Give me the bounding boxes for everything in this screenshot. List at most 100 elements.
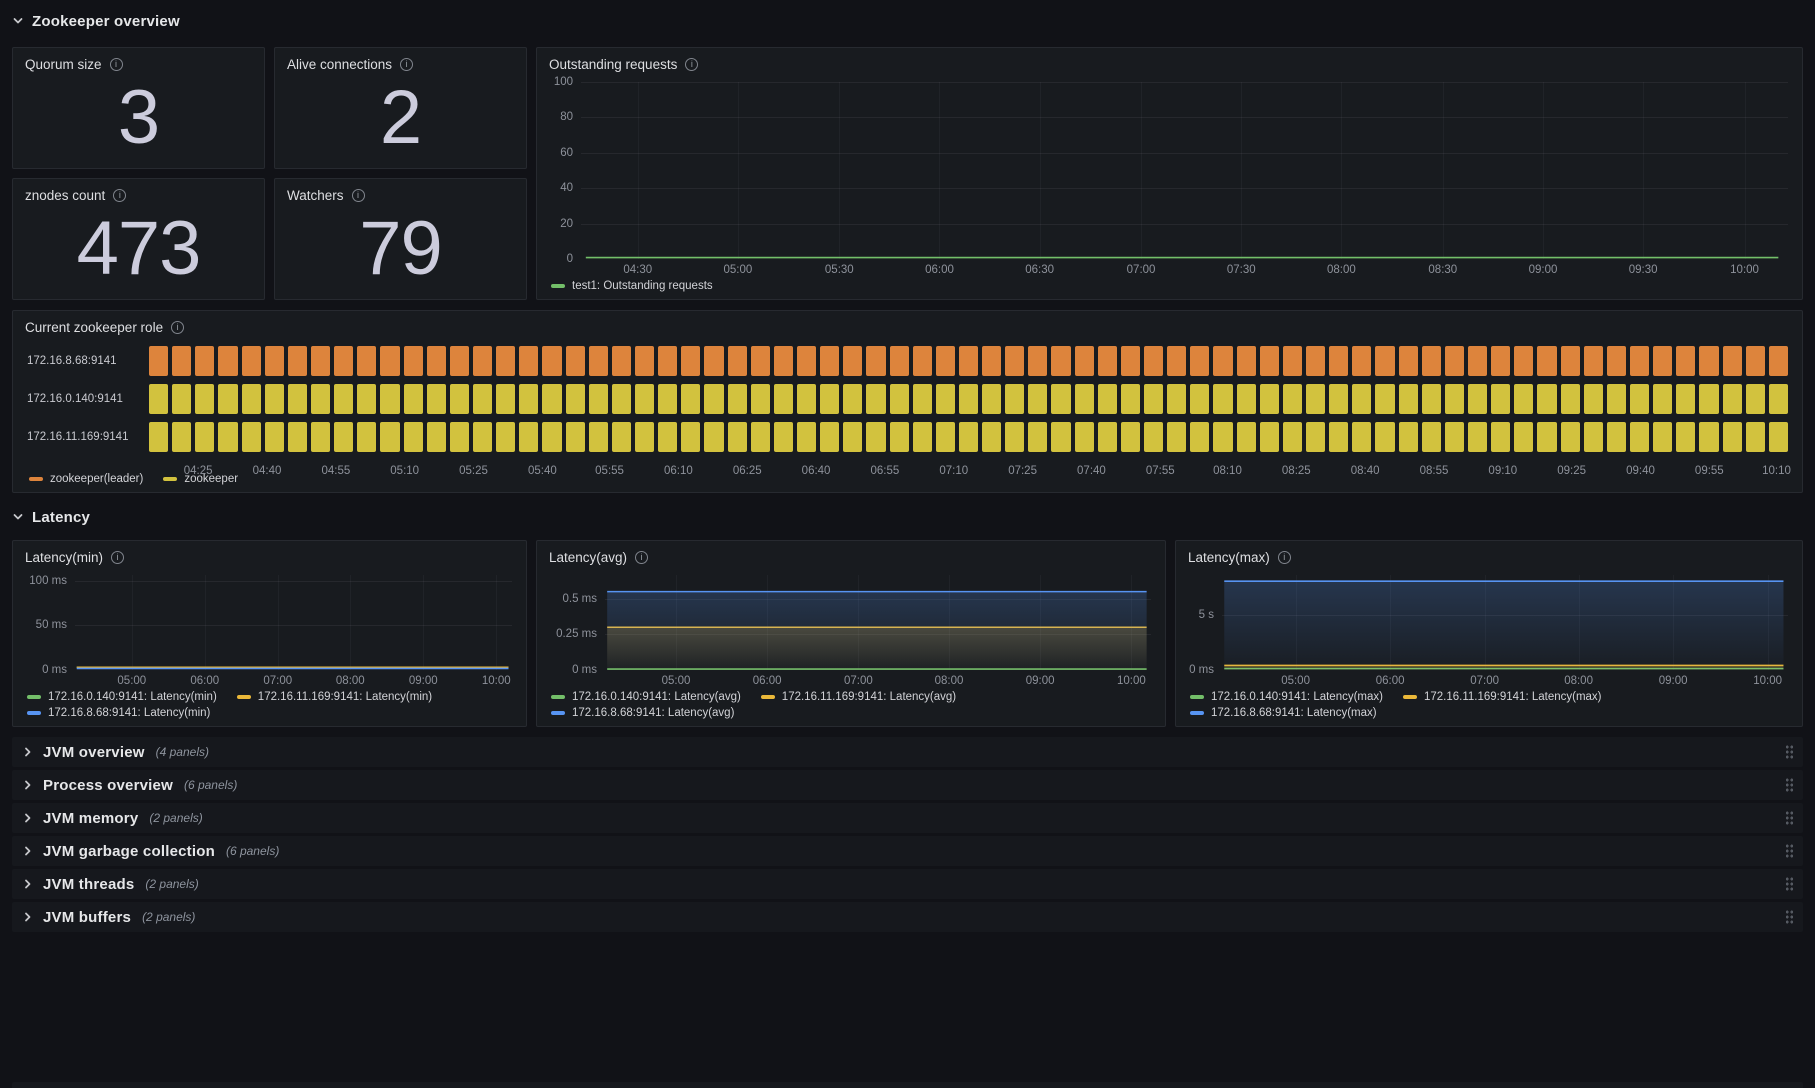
row-title: JVM buffers bbox=[43, 908, 132, 926]
state-bar bbox=[727, 422, 747, 452]
legend-item[interactable]: 172.16.11.169:9141: Latency(min) bbox=[236, 691, 432, 703]
info-icon[interactable]: i bbox=[635, 551, 649, 564]
section-header-zookeeper-overview[interactable]: Zookeeper overview bbox=[12, 6, 1803, 36]
legend-item[interactable]: test1: Outstanding requests bbox=[551, 280, 713, 292]
y-axis-tick-label: 100 bbox=[553, 76, 573, 88]
info-icon[interactable]: i bbox=[113, 189, 127, 202]
x-axis-tick-label: 09:00 bbox=[1528, 264, 1558, 276]
state-bar bbox=[704, 346, 724, 376]
row-jvm-buffers[interactable]: JVM buffers (2 panels) bbox=[12, 902, 1803, 932]
state-bar bbox=[1190, 384, 1210, 414]
row-drag-handle[interactable] bbox=[1785, 843, 1794, 859]
legend-row: test1: Outstanding requests bbox=[551, 280, 1788, 292]
info-icon[interactable]: i bbox=[400, 58, 414, 71]
x-axis-tick-label: 05:55 bbox=[595, 465, 624, 477]
legend-item[interactable]: 172.16.11.169:9141: Latency(avg) bbox=[760, 691, 956, 703]
state-bar bbox=[1120, 346, 1141, 376]
state-bar bbox=[1236, 346, 1256, 376]
state-bar bbox=[542, 346, 562, 376]
panel-header[interactable]: Alive connections i bbox=[275, 48, 526, 74]
legend-item[interactable]: 172.16.8.68:9141: Latency(max) bbox=[1190, 707, 1377, 719]
x-axis-tick-label: 07:00 bbox=[843, 675, 873, 687]
series-plot bbox=[75, 575, 512, 670]
legend-item[interactable]: 172.16.0.140:9141: Latency(avg) bbox=[551, 691, 741, 703]
row-process-overview[interactable]: Process overview (6 panels) bbox=[12, 770, 1803, 800]
row-jvm-memory[interactable]: JVM memory (2 panels) bbox=[12, 803, 1803, 833]
state-bar bbox=[149, 346, 169, 376]
legend-item[interactable]: 172.16.8.68:9141: Latency(avg) bbox=[551, 707, 734, 719]
x-axis-tick-label: 08:00 bbox=[934, 675, 964, 687]
row-title: JVM garbage collection bbox=[43, 842, 215, 860]
row-drag-handle[interactable] bbox=[1785, 876, 1794, 892]
state-bar bbox=[1606, 384, 1626, 414]
zookeeper-role-timeline: 172.16.8.68:9141 172.16.0.140:9141 172.16.… bbox=[13, 337, 1802, 492]
row-drag-handle[interactable] bbox=[1785, 810, 1794, 826]
state-bar bbox=[1583, 384, 1603, 414]
state-bar bbox=[241, 422, 261, 452]
panel-latency-max: Latency(max) i 5 s 0 ms 05:00 06:00 07:00 08:… bbox=[1175, 540, 1803, 727]
state-bar bbox=[172, 384, 192, 414]
state-bar bbox=[1028, 422, 1048, 452]
dashboard: Zookeeper overview Quorum size i 3 Alive… bbox=[0, 0, 1815, 932]
state-bar bbox=[1606, 422, 1626, 452]
legend-item[interactable]: 172.16.11.169:9141: Latency(max) bbox=[1402, 691, 1602, 703]
state-bar bbox=[195, 384, 215, 414]
info-icon[interactable]: i bbox=[351, 189, 365, 202]
legend-item[interactable]: zookeeper(leader) bbox=[29, 473, 143, 485]
info-icon[interactable]: i bbox=[171, 321, 185, 334]
panel-header[interactable]: znodes count i bbox=[13, 179, 264, 205]
state-bar bbox=[681, 422, 701, 452]
state-bar bbox=[1306, 384, 1326, 414]
panel-header[interactable]: Latency(avg) i bbox=[537, 541, 1165, 567]
panel-header[interactable]: Latency(min) i bbox=[13, 541, 526, 567]
panel-alive-connections: Alive connections i 2 bbox=[274, 47, 527, 169]
state-bar bbox=[1306, 346, 1326, 376]
y-axis-tick-label: 0 ms bbox=[572, 664, 597, 676]
state-bar bbox=[1074, 422, 1094, 452]
info-icon[interactable]: i bbox=[685, 58, 699, 71]
panel-title: znodes count bbox=[25, 188, 106, 203]
panel-latency-avg: Latency(avg) i 0.5 ms 0.25 ms 0 ms 05:00 06:… bbox=[536, 540, 1166, 727]
info-icon[interactable]: i bbox=[1277, 551, 1291, 564]
panel-header[interactable]: Quorum size i bbox=[13, 48, 264, 74]
y-axis: 5 s 0 ms bbox=[1186, 575, 1214, 676]
state-bar bbox=[1097, 422, 1117, 452]
legend-series-label: 172.16.0.140:9141: Latency(avg) bbox=[572, 691, 741, 703]
legend-item[interactable]: 172.16.0.140:9141: Latency(max) bbox=[1190, 691, 1383, 703]
info-icon[interactable]: i bbox=[109, 58, 123, 71]
panel-header[interactable]: Outstanding requests i bbox=[537, 48, 1802, 74]
timeline-row-bars bbox=[149, 422, 1788, 452]
panel-title: Current zookeeper role bbox=[25, 320, 164, 335]
chevron-right-icon bbox=[25, 912, 31, 922]
x-axis-tick-label: 09:30 bbox=[1628, 264, 1658, 276]
state-bar bbox=[1051, 346, 1071, 376]
panel-header[interactable]: Watchers i bbox=[275, 179, 526, 205]
info-icon[interactable]: i bbox=[111, 551, 125, 564]
x-axis-tick-label: 04:25 bbox=[183, 465, 213, 477]
row-jvm-overview[interactable]: JVM overview (4 panels) bbox=[12, 737, 1803, 767]
x-axis-tick-label: 09:00 bbox=[1658, 675, 1688, 687]
y-axis-tick-label: 40 bbox=[560, 182, 573, 195]
row-panel-count: (6 panels) bbox=[183, 778, 238, 792]
row-drag-handle[interactable] bbox=[1785, 909, 1794, 925]
y-axis-tick-label: 0 bbox=[566, 253, 573, 265]
state-bar bbox=[1537, 422, 1557, 452]
state-bar bbox=[958, 422, 979, 452]
section-header-latency[interactable]: Latency bbox=[12, 502, 1803, 532]
state-bar bbox=[403, 346, 423, 376]
panel-title: Outstanding requests bbox=[549, 57, 678, 72]
panel-header[interactable]: Current zookeeper role i bbox=[13, 311, 1802, 337]
state-bar bbox=[681, 346, 701, 376]
state-bar bbox=[796, 384, 817, 414]
row-drag-handle[interactable] bbox=[1785, 744, 1794, 760]
series-plot bbox=[1222, 575, 1788, 670]
legend-item[interactable]: 172.16.8.68:9141: Latency(min) bbox=[27, 707, 210, 719]
panel-header[interactable]: Latency(max) i bbox=[1176, 541, 1802, 567]
legend-item[interactable]: 172.16.0.140:9141: Latency(min) bbox=[27, 691, 217, 703]
state-bar bbox=[380, 384, 400, 414]
row-jvm-garbage-collection[interactable]: JVM garbage collection (6 panels) bbox=[12, 836, 1803, 866]
state-bar bbox=[1560, 346, 1580, 376]
row-jvm-threads[interactable]: JVM threads (2 panels) bbox=[12, 869, 1803, 899]
state-bar bbox=[889, 422, 909, 452]
row-drag-handle[interactable] bbox=[1785, 777, 1794, 793]
